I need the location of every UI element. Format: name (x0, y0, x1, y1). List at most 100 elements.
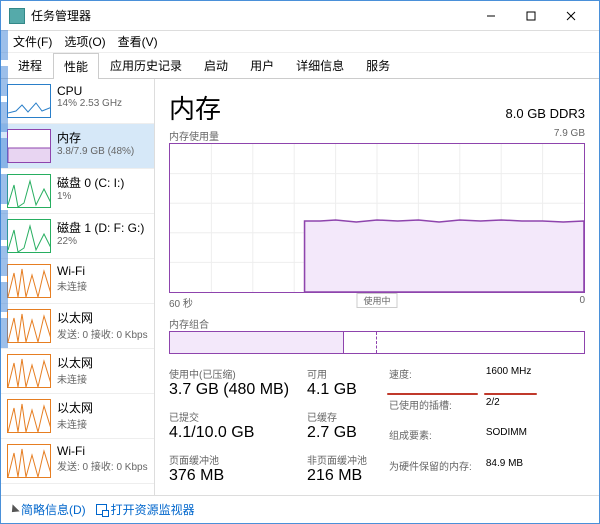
sidebar-item-name: Wi-Fi (57, 264, 87, 278)
sidebar-item-name: 磁盘 1 (D: F: G:) (57, 219, 144, 236)
sidebar-item-mem-1[interactable]: 内存3.8/7.9 GB (48%) (1, 124, 154, 169)
tab-details[interactable]: 详细信息 (285, 52, 355, 78)
composition-modified (344, 332, 377, 353)
stats-area: 使用中(已压缩)3.7 GB (480 MB) 可用4.1 GB 已提交4.1/… (169, 366, 585, 485)
stat-label: 可用 (307, 366, 367, 381)
stat-val-speed: 1600 MHz (486, 366, 532, 394)
stat-value: 4.1/10.0 GB (169, 424, 289, 442)
stat-label: 已提交 (169, 409, 289, 424)
stat-value: 4.1 GB (307, 381, 367, 399)
chart-max: 7.9 GB (554, 128, 585, 143)
sidebar-item-sub: 3.8/7.9 GB (48%) (57, 146, 134, 157)
sidebar-item-net-5[interactable]: 以太网发送: 0 接收: 0 Kbps (1, 304, 154, 349)
task-manager-window: 任务管理器 文件(F) 选项(O) 查看(V) 进程 性能 应用历史记录 启动 … (0, 0, 600, 524)
close-button[interactable] (551, 3, 591, 29)
stat-key-speed: 速度: (389, 366, 472, 394)
sidebar-item-name: 内存 (57, 129, 134, 146)
menu-view[interactable]: 查看(V) (114, 33, 162, 50)
window-title: 任务管理器 (31, 7, 471, 24)
sidebar-item-sub: 发送: 0 接收: 0 Kbps (57, 326, 148, 341)
sidebar-item-sub: 未连接 (57, 371, 93, 386)
tab-users[interactable]: 用户 (239, 52, 285, 78)
sidebar-item-disk-3[interactable]: 磁盘 1 (D: F: G:)22% (1, 214, 154, 259)
chart-inuse-label: 使用中 (356, 293, 397, 308)
memory-spec: 8.0 GB DDR3 (506, 106, 585, 121)
menu-file[interactable]: 文件(F) (9, 33, 56, 50)
cpu-sparkline-icon (7, 84, 51, 118)
stat-value: 3.7 GB (480 MB) (169, 381, 289, 399)
footer: 简略信息(D) 打开资源监视器 (1, 495, 599, 523)
sidebar-item-sub: 未连接 (57, 278, 87, 293)
content: CPU14% 2.53 GHz内存3.8/7.9 GB (48%)磁盘 0 (C… (1, 79, 599, 495)
tabs: 进程 性能 应用历史记录 启动 用户 详细信息 服务 (1, 53, 599, 79)
disk-sparkline-icon (7, 174, 51, 208)
stat-val-slots: 2/2 (486, 397, 532, 425)
tab-performance[interactable]: 性能 (53, 53, 99, 79)
chart-label: 内存使用量 (169, 128, 219, 143)
stat-key-reserved: 为硬件保留的内存: (389, 458, 472, 486)
sidebar-item-name: Wi-Fi (57, 444, 148, 458)
chart-x-left: 60 秒 (169, 295, 193, 310)
chart-x-right: 0 (579, 295, 585, 310)
sidebar-item-sub: 未连接 (57, 416, 93, 431)
fewer-details-button[interactable]: 简略信息(D) (11, 501, 86, 518)
net-sparkline-icon (7, 354, 51, 388)
chevron-down-icon (8, 504, 19, 515)
net-sparkline-icon (7, 309, 51, 343)
net-sparkline-icon (7, 264, 51, 298)
menu-options[interactable]: 选项(O) (60, 33, 109, 50)
sidebar-item-sub: 1% (57, 191, 124, 202)
sidebar: CPU14% 2.53 GHz内存3.8/7.9 GB (48%)磁盘 0 (C… (1, 79, 155, 495)
stat-key-slots: 已使用的插槽: (389, 397, 472, 425)
stat-label: 页面缓冲池 (169, 452, 289, 467)
stat-label: 使用中(已压缩) (169, 366, 289, 381)
stat-key-form: 组成要素: (389, 427, 472, 455)
sidebar-item-net-8[interactable]: Wi-Fi发送: 0 接收: 0 Kbps (1, 439, 154, 484)
maximize-button[interactable] (511, 3, 551, 29)
sidebar-item-name: 以太网 (57, 399, 93, 416)
open-resource-monitor-link[interactable]: 打开资源监视器 (96, 501, 195, 518)
composition-inuse (170, 332, 344, 353)
fewer-details-label: 简略信息(D) (21, 501, 86, 518)
titlebar: 任务管理器 (1, 1, 599, 31)
resource-monitor-icon (96, 504, 107, 515)
tab-services[interactable]: 服务 (355, 52, 401, 78)
menubar: 文件(F) 选项(O) 查看(V) (1, 31, 599, 53)
stat-val-reserved: 84.9 MB (486, 458, 532, 486)
tab-app-history[interactable]: 应用历史记录 (99, 52, 193, 78)
composition-label: 内存组合 (169, 316, 585, 331)
stats-right: 速度: 1600 MHz 已使用的插槽: 2/2 组成要素: SODIMM 为硬件保留… (389, 366, 531, 485)
net-sparkline-icon (7, 399, 51, 433)
stat-label: 非页面缓冲池 (307, 452, 367, 467)
sidebar-item-disk-2[interactable]: 磁盘 0 (C: I:)1% (1, 169, 154, 214)
sidebar-item-net-4[interactable]: Wi-Fi未连接 (1, 259, 154, 304)
main-panel: 内存 8.0 GB DDR3 内存使用量 7.9 GB 60 秒 使用中 (155, 79, 599, 495)
stat-value: 216 MB (307, 467, 367, 485)
sidebar-item-sub: 22% (57, 236, 144, 247)
stat-label: 已缓存 (307, 409, 367, 424)
disk-sparkline-icon (7, 219, 51, 253)
stat-value: 2.7 GB (307, 424, 367, 442)
sidebar-item-name: 磁盘 0 (C: I:) (57, 174, 124, 191)
sidebar-item-name: 以太网 (57, 309, 148, 326)
sidebar-item-name: CPU (57, 84, 122, 98)
stats-left: 使用中(已压缩)3.7 GB (480 MB) 可用4.1 GB 已提交4.1/… (169, 366, 367, 485)
sidebar-item-cpu-0[interactable]: CPU14% 2.53 GHz (1, 79, 154, 124)
tab-processes[interactable]: 进程 (7, 52, 53, 78)
sidebar-item-name: 以太网 (57, 354, 93, 371)
resource-monitor-label: 打开资源监视器 (111, 501, 195, 518)
stat-value: 376 MB (169, 467, 289, 485)
tab-startup[interactable]: 启动 (193, 52, 239, 78)
stat-val-form: SODIMM (486, 427, 532, 455)
page-title: 内存 (169, 89, 221, 126)
net-sparkline-icon (7, 444, 51, 478)
app-icon (9, 8, 25, 24)
minimize-button[interactable] (471, 3, 511, 29)
memory-composition-chart (169, 331, 585, 354)
mem-sparkline-icon (7, 129, 51, 163)
memory-usage-chart (169, 143, 585, 293)
sidebar-item-net-6[interactable]: 以太网未连接 (1, 349, 154, 394)
sidebar-item-net-7[interactable]: 以太网未连接 (1, 394, 154, 439)
sidebar-item-sub: 发送: 0 接收: 0 Kbps (57, 458, 148, 473)
sidebar-item-sub: 14% 2.53 GHz (57, 98, 122, 109)
